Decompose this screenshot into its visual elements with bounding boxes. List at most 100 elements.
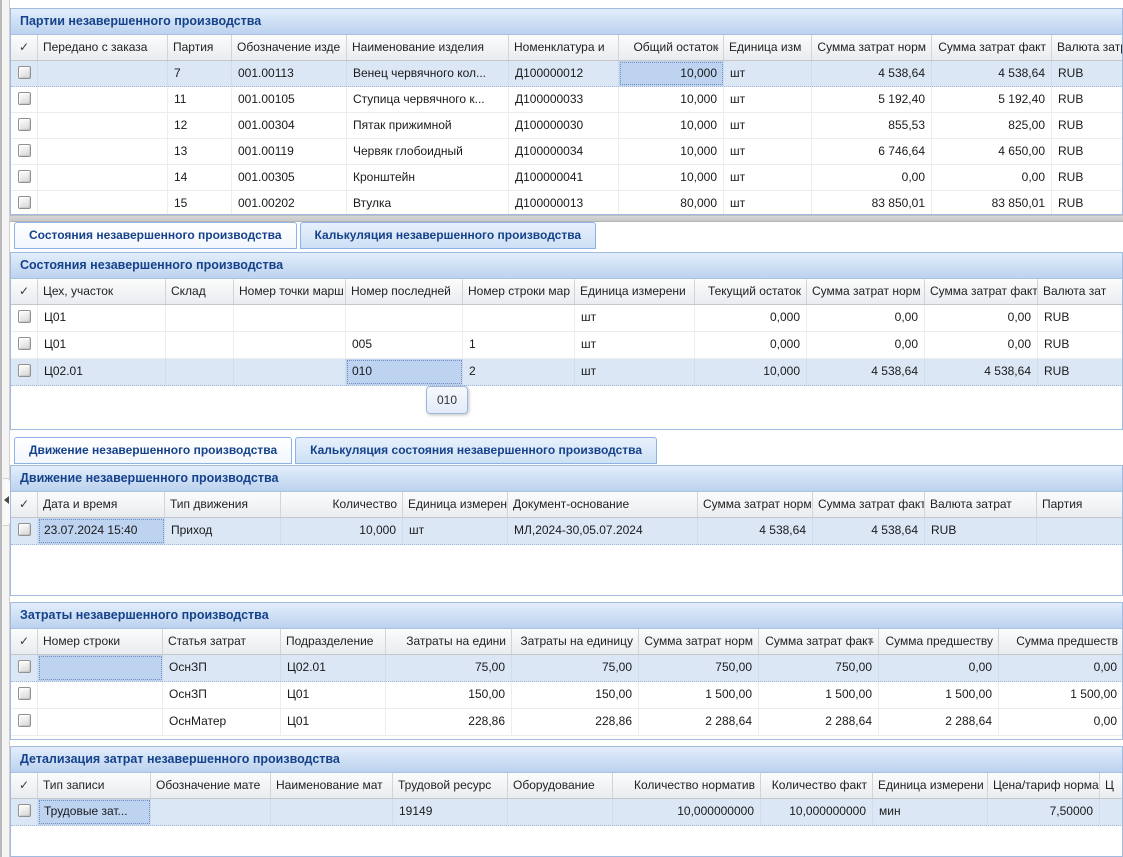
tab-inactive[interactable]: Калькуляция незавершенного производства	[300, 222, 597, 249]
grid-cell[interactable]: 228,86	[386, 709, 512, 735]
grid-cell[interactable]: 1 500,00	[999, 682, 1123, 708]
select-all-header[interactable]: ✓	[11, 35, 38, 60]
grid-cell[interactable]: 19149	[393, 799, 508, 825]
column-header[interactable]: Сумма затрат норм	[812, 35, 932, 60]
column-header[interactable]: Документ-основание	[508, 492, 698, 517]
grid-cell[interactable]: Кронштейн	[347, 165, 509, 190]
column-header[interactable]: Передано с заказа	[38, 35, 168, 60]
column-header[interactable]: Трудовой ресурс	[393, 773, 508, 798]
column-header[interactable]: Ц	[1100, 773, 1123, 798]
grid-cell[interactable]: 5 192,40	[932, 87, 1052, 112]
grid-cell[interactable]: 1 500,00	[759, 682, 879, 708]
column-header[interactable]: Подразделение	[281, 629, 386, 654]
column-header[interactable]: Склад	[166, 279, 234, 304]
grid-cell[interactable]: RUB	[1052, 87, 1123, 112]
column-header[interactable]: Тип движения	[165, 492, 281, 517]
grid-row[interactable]: Ц02.010102шт10,0004 538,644 538,64RUB	[11, 359, 1123, 386]
grid-cell[interactable]	[166, 305, 234, 331]
row-checkbox[interactable]	[18, 523, 31, 536]
grid-cell[interactable]: 83 850,01	[932, 191, 1052, 215]
row-checkbox[interactable]	[18, 337, 31, 350]
grid-cell[interactable]: 10,000	[281, 518, 403, 544]
grid-row[interactable]: Ц010051шт0,0000,000,00RUB	[11, 332, 1123, 359]
grid-cell[interactable]: 10,000000000	[613, 799, 761, 825]
row-checkbox[interactable]	[18, 364, 31, 377]
grid-cell[interactable]: шт	[724, 113, 812, 138]
column-header[interactable]: Сумма затрат норм	[807, 279, 925, 304]
grid-cell[interactable]: 0,00	[812, 165, 932, 190]
grid-cell[interactable]: 4 650,00	[932, 139, 1052, 164]
column-header[interactable]: Сумма затрат факт	[813, 492, 925, 517]
column-header[interactable]: Номер строки	[38, 629, 163, 654]
grid-cell[interactable]: 855,53	[812, 113, 932, 138]
grid-cell[interactable]: 750,00	[639, 655, 759, 681]
grid-cell[interactable]	[234, 332, 346, 358]
grid-cell[interactable]: 4 538,64	[932, 61, 1052, 86]
grid-cell[interactable]	[271, 799, 393, 825]
grid-cell[interactable]: Ступица червячного к...	[347, 87, 509, 112]
column-header[interactable]: Дата и время	[38, 492, 165, 517]
grid-cell[interactable]: шт	[403, 518, 508, 544]
grid-cell[interactable]: МЛ,2024-30,05.07.2024	[508, 518, 698, 544]
grid-cell[interactable]: 14	[168, 165, 232, 190]
grid-cell[interactable]: 001.00119	[232, 139, 347, 164]
column-header[interactable]: Сумма затрат факт	[925, 279, 1038, 304]
grid-cell[interactable]: шт	[724, 165, 812, 190]
column-header[interactable]: Валюта зат	[1038, 279, 1123, 304]
grid-cell[interactable]: Д100000041	[509, 165, 619, 190]
row-checkbox[interactable]	[18, 196, 31, 209]
grid-cell[interactable]	[1100, 799, 1123, 825]
grid-cell[interactable]: Ц02.01	[281, 655, 386, 681]
column-header[interactable]: Партия	[168, 35, 232, 60]
column-header[interactable]: Сумма затрат факт	[932, 35, 1052, 60]
grid-cell[interactable]	[38, 655, 163, 681]
grid-cell[interactable]: 4 538,64	[698, 518, 813, 544]
grid-cell[interactable]: 10,000	[619, 139, 724, 164]
grid-cell[interactable]	[38, 113, 168, 138]
grid-cell[interactable]: 0,00	[925, 332, 1038, 358]
grid-cell[interactable]: 0,00	[999, 709, 1123, 735]
grid-cell[interactable]: Ц02.01	[38, 359, 166, 385]
horizontal-splitter[interactable]	[10, 215, 1123, 222]
grid-row[interactable]: ОснЗПЦ02.0175,0075,00750,00750,000,000,0…	[11, 655, 1123, 682]
column-header[interactable]: Единица измерени	[873, 773, 988, 798]
grid-cell[interactable]	[38, 87, 168, 112]
grid-cell[interactable]: шт	[575, 359, 695, 385]
grid-cell[interactable]: 10,000000000	[761, 799, 873, 825]
grid-row[interactable]: 23.07.2024 15:40Приход10,000штМЛ,2024-30…	[11, 518, 1123, 545]
grid-row[interactable]: Ц01шт0,0000,000,00RUB	[11, 305, 1123, 332]
row-checkbox[interactable]	[18, 687, 31, 700]
grid-cell[interactable]: 2 288,64	[759, 709, 879, 735]
grid-cell[interactable]: 1 500,00	[639, 682, 759, 708]
grid-cell[interactable]: 0,00	[932, 165, 1052, 190]
grid-cell[interactable]: 80,000	[619, 191, 724, 215]
grid-cell[interactable]: 001.00202	[232, 191, 347, 215]
grid-cell[interactable]	[38, 191, 168, 215]
grid-cell[interactable]: Трудовые зат...	[38, 799, 151, 825]
row-checkbox[interactable]	[18, 118, 31, 131]
grid-cell[interactable]: 150,00	[386, 682, 512, 708]
grid-cell[interactable]: 001.00305	[232, 165, 347, 190]
grid-cell[interactable]: Приход	[165, 518, 281, 544]
grid-cell[interactable]: 0,00	[925, 305, 1038, 331]
column-header[interactable]: Номер последней	[346, 279, 463, 304]
grid-cell[interactable]: 10,000	[619, 61, 724, 86]
grid-cell[interactable]	[151, 799, 271, 825]
column-header[interactable]: Наименование мат	[271, 773, 393, 798]
grid-cell[interactable]: Втулка	[347, 191, 509, 215]
grid-row[interactable]: 12001.00304Пятак прижимнойД10000003010,0…	[11, 113, 1123, 139]
column-header[interactable]: Текущий остаток	[695, 279, 807, 304]
grid-cell[interactable]: RUB	[1038, 305, 1123, 331]
column-header[interactable]: Количество	[281, 492, 403, 517]
column-header[interactable]: Единица изм	[724, 35, 812, 60]
grid-cell[interactable]	[463, 305, 575, 331]
grid-cell[interactable]: Д100000012	[509, 61, 619, 86]
grid-cell[interactable]: 001.00304	[232, 113, 347, 138]
column-header[interactable]: Затраты на единицу	[512, 629, 639, 654]
grid-cell[interactable]: Ц01	[281, 682, 386, 708]
grid-cell[interactable]: 4 538,64	[812, 61, 932, 86]
grid-cell[interactable]: RUB	[1052, 139, 1123, 164]
grid-cell[interactable]: RUB	[1052, 191, 1123, 215]
grid-row[interactable]: 11001.00105Ступица червячного к...Д10000…	[11, 87, 1123, 113]
grid-row[interactable]: Трудовые зат... 19149 10,00000000010,00000…	[11, 799, 1123, 826]
